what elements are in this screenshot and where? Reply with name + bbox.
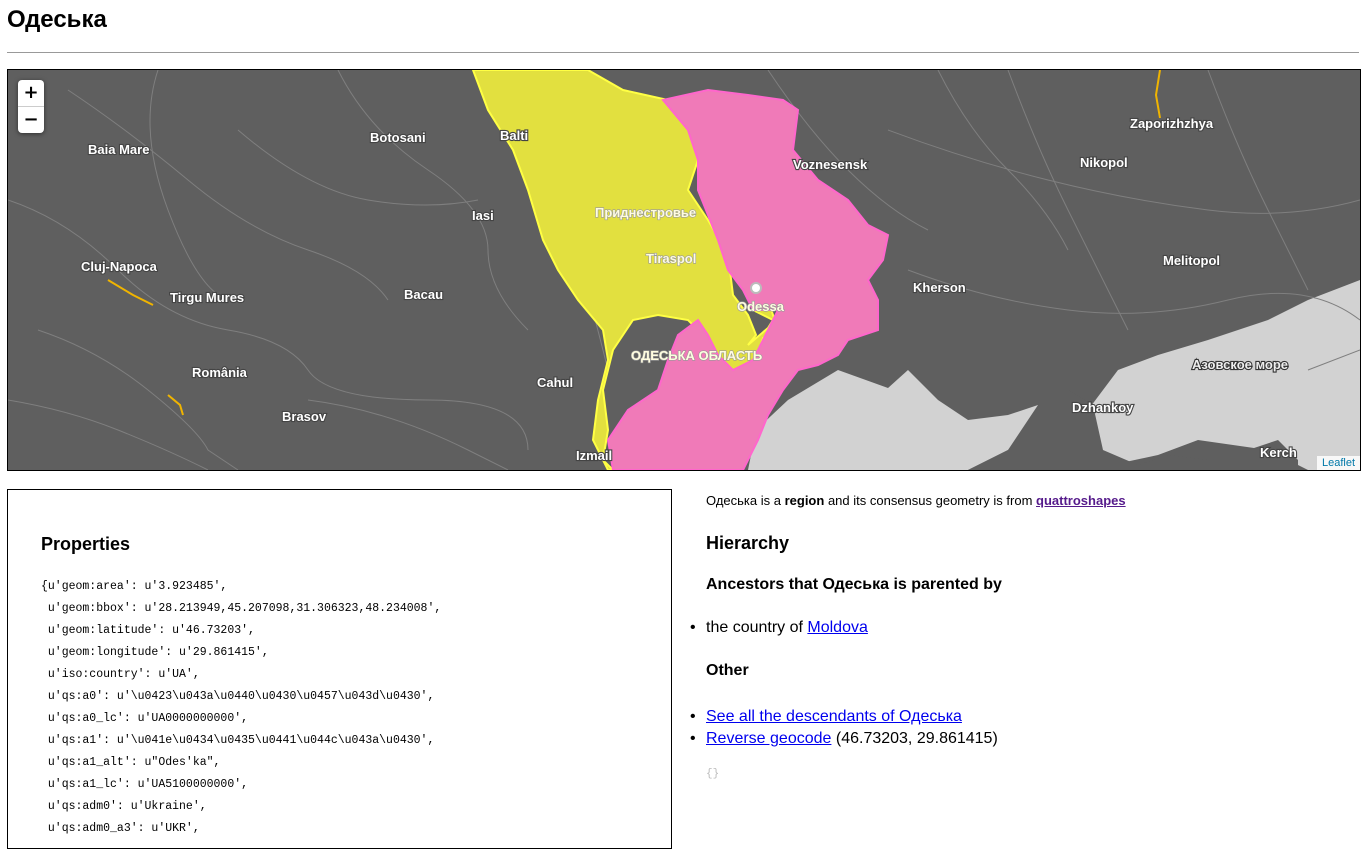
map[interactable]: Baia Mare Botosani Balti Iasi Cluj-Napoc… [7, 69, 1361, 471]
summary-type: region [784, 493, 825, 508]
reverse-coords: (46.73203, 29.861415) [831, 730, 998, 747]
source-link[interactable]: quattroshapes [1036, 493, 1126, 508]
ancestor-link-moldova[interactable]: Moldova [807, 619, 867, 636]
property-line: u'geom:bbox': u'28.213949,45.207098,31.3… [41, 602, 442, 615]
property-line: u'geom:longitude': u'29.861415', [41, 646, 269, 659]
label-melitopol: Melitopol [1163, 253, 1220, 268]
property-line: u'qs:a1_alt': u"Odes'ka", [41, 756, 221, 769]
property-line: u'qs:a0_lc': u'UA0000000000', [41, 712, 249, 725]
label-cluj: Cluj-Napoca [81, 259, 158, 274]
page-title: Одеська [7, 6, 107, 33]
label-nikopol: Nikopol [1080, 155, 1128, 170]
property-line: u'qs:adm0': u'Ukraine', [41, 800, 207, 813]
zoom-out-button[interactable]: − [18, 106, 44, 133]
bullet: • [690, 708, 696, 725]
odessa-marker[interactable] [750, 282, 762, 294]
list-item: • Reverse geocode (46.73203, 29.861415) [690, 728, 998, 750]
label-zaporizhzhya: Zaporizhzhya [1130, 116, 1214, 131]
label-tirgu: Tirgu Mures [170, 290, 244, 305]
label-brasov: Brasov [282, 409, 327, 424]
zoom-in-button[interactable]: + [18, 80, 44, 106]
label-azov-sea: Азовское море [1192, 357, 1288, 372]
property-line: u'qs:a1_lc': u'UA5100000000', [41, 778, 249, 791]
properties-panel: Properties {u'geom:area': u'3.923485', u… [7, 489, 672, 849]
label-romania: România [192, 365, 248, 380]
reverse-geocode-link[interactable]: Reverse geocode [706, 730, 831, 747]
label-dzhankoy: Dzhankoy [1072, 400, 1134, 415]
highway-zaporizhzhya [1154, 70, 1161, 119]
label-kherson: Kherson [913, 280, 966, 295]
list-item: • the country of Moldova [690, 619, 868, 637]
label-baia-mare: Baia Mare [88, 142, 149, 157]
properties-text: {u'geom:area': u'3.923485', u'geom:bbox'… [41, 576, 441, 840]
property-line: {u'geom:area': u'3.923485', [41, 580, 228, 593]
ancestor-prefix: the country of [706, 619, 808, 636]
label-botosani: Botosani [370, 130, 426, 145]
summary-name: Одеська [706, 493, 758, 508]
highway-south [167, 394, 184, 416]
property-line: u'qs:a1': u'\u041e\u0434\u0435\u0441\u04… [41, 734, 435, 747]
label-balti: Balti [500, 128, 528, 143]
label-pridnestrovie: Приднестровье [595, 205, 696, 220]
zoom-control: + − [18, 80, 44, 133]
label-odeska-oblast: ОДЕСЬКА ОБЛАСТЬ [631, 348, 762, 363]
summary-mid: and its consensus geometry is from [824, 493, 1037, 508]
property-line: u'qs:a0': u'\u0423\u043a\u0440\u0430\u04… [41, 690, 435, 703]
summary-is: is a [757, 493, 785, 508]
ancestors-heading: Ancestors that Одеська is parented by [706, 576, 1002, 593]
label-iasi: Iasi [472, 208, 494, 223]
label-cahul: Cahul [537, 375, 573, 390]
property-line: u'qs:adm0_a3': u'UKR', [41, 822, 200, 835]
hierarchy-heading: Hierarchy [706, 533, 790, 553]
label-bacau: Bacau [404, 287, 443, 302]
properties-heading: Properties [41, 534, 131, 554]
label-tiraspol: Tiraspol [646, 251, 696, 266]
other-heading: Other [706, 662, 749, 679]
bullet: • [690, 730, 696, 747]
ancestors-list: • the country of Moldova [690, 619, 868, 637]
label-odessa: Odessa [737, 299, 785, 314]
black-sea [748, 370, 1038, 470]
other-list: • See all the descendants of Одеська • Rev… [690, 706, 998, 750]
highway-romania [107, 279, 154, 306]
label-voznesensk: Voznesensk [793, 157, 868, 172]
descendants-link[interactable]: See all the descendants of Одеська [706, 708, 962, 725]
azov-sea [1088, 280, 1360, 470]
map-canvas[interactable]: Baia Mare Botosani Balti Iasi Cluj-Napoc… [8, 70, 1360, 470]
attribution-link[interactable]: Leaflet [1316, 456, 1360, 470]
property-line: u'geom:latitude': u'46.73203', [41, 624, 255, 637]
summary-text: Одеська is a region and its consensus ge… [706, 493, 1126, 508]
label-kerch: Kerch [1260, 445, 1297, 460]
property-line: u'iso:country': u'UA', [41, 668, 200, 681]
list-item: • See all the descendants of Одеська [690, 706, 998, 728]
title-divider [7, 52, 1359, 53]
label-izmail: Izmail [576, 448, 612, 463]
empty-json: {} [706, 768, 720, 780]
bullet: • [690, 619, 696, 636]
